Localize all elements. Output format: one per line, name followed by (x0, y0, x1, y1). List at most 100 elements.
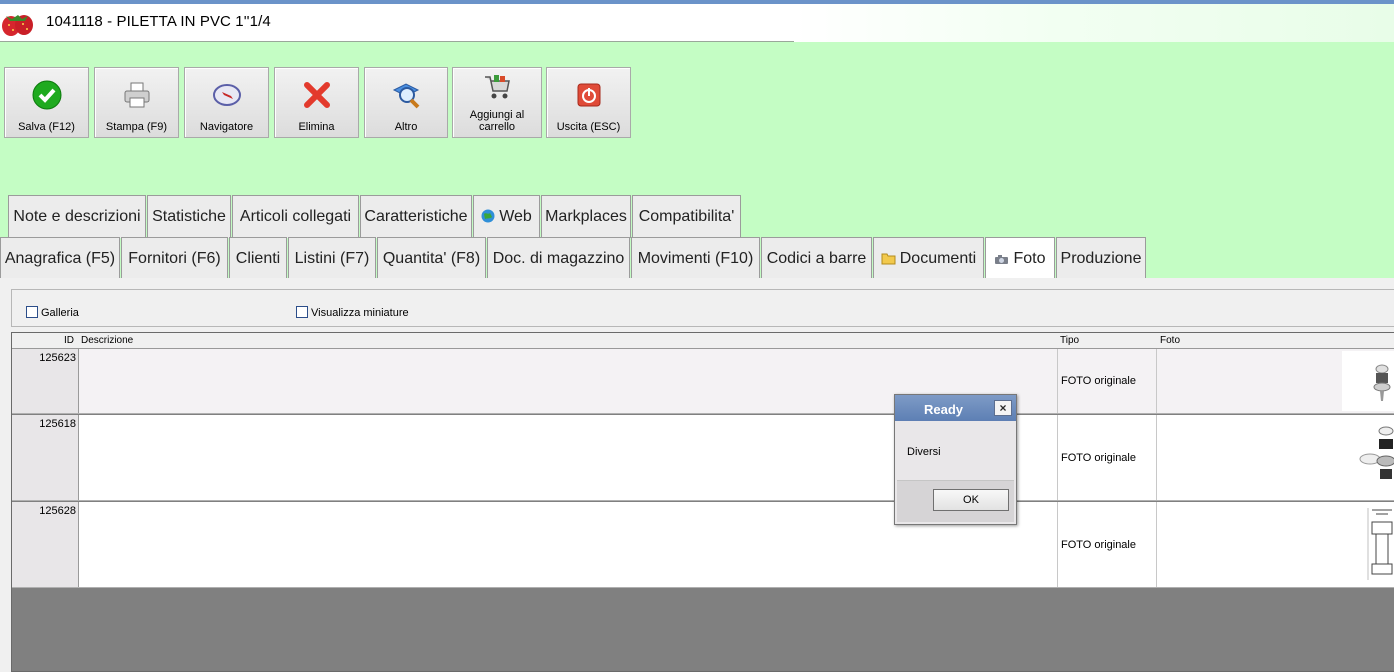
search-magnifier-icon (392, 83, 420, 109)
delete-button-label: Elimina (298, 121, 335, 133)
power-icon (577, 83, 600, 107)
table-row[interactable]: 125628 FOTO originale (12, 502, 1394, 588)
exit-button[interactable]: Uscita (ESC) (546, 67, 631, 138)
strawberry-logo-icon (2, 15, 33, 36)
miniature-label: Visualizza miniature (311, 307, 409, 319)
row-id: 125628 (12, 502, 79, 587)
photo-thumbnail-icon (1367, 508, 1393, 580)
tab-label: Statistiche (152, 208, 226, 225)
tab-markplaces[interactable]: Markplaces (541, 195, 631, 238)
row-id: 125623 (12, 349, 79, 413)
tab-note-descrizioni[interactable]: Note e descrizioni (8, 195, 146, 238)
header-id[interactable]: ID (64, 335, 74, 346)
grid-header: ID Descrizione Tipo Foto (12, 333, 1394, 349)
check-icon (32, 80, 61, 110)
dialog-message: Diversi (907, 446, 941, 458)
tab-foto[interactable]: Foto (985, 237, 1055, 278)
cart-icon (485, 75, 510, 99)
tab-label: Quantita' (F8) (382, 250, 481, 267)
ready-dialog: Ready × Diversi OK (894, 394, 1017, 525)
other-button[interactable]: Altro (364, 67, 448, 138)
print-button-label: Stampa (F9) (105, 121, 168, 133)
navigator-button-label: Navigatore (199, 121, 254, 133)
save-button[interactable]: Salva (F12) (4, 67, 89, 138)
checkbox-box[interactable] (296, 306, 308, 318)
tab-statistiche[interactable]: Statistiche (147, 195, 231, 238)
title-gradient (794, 4, 1394, 42)
tab-doc-magazzino[interactable]: Doc. di magazzino (487, 237, 630, 278)
dialog-footer: OK (897, 480, 1014, 522)
tab-compatibilita[interactable]: Compatibilita' (632, 195, 741, 238)
dialog-title: Ready (924, 402, 964, 417)
globe-icon (481, 209, 495, 223)
title-bar: 1041118 - PILETTA IN PVC 1''1/4 (0, 4, 1394, 42)
options-bar: Galleria Visualizza miniature (11, 289, 1394, 327)
tab-produzione[interactable]: Produzione (1056, 237, 1146, 278)
save-button-label: Salva (F12) (18, 121, 75, 133)
camera-icon (995, 255, 1009, 264)
tab-label: Compatibilita' (638, 208, 735, 225)
tab-label: Movimenti (F10) (637, 250, 754, 267)
row-id: 125618 (12, 415, 79, 500)
ok-button[interactable]: OK (933, 489, 1009, 511)
row-tipo-text: FOTO originale (1061, 451, 1136, 464)
exit-button-label: Uscita (ESC) (556, 121, 621, 133)
tab-quantita[interactable]: Quantita' (F8) (377, 237, 486, 278)
tab-label: Caratteristiche (364, 208, 468, 225)
row-tipo-text: FOTO originale (1061, 375, 1136, 387)
tab-anagrafica[interactable]: Anagrafica (F5) (0, 237, 120, 278)
tab-label: Markplaces (545, 208, 627, 225)
tab-clienti[interactable]: Clienti (229, 237, 287, 278)
tab-label: Clienti (235, 250, 281, 267)
tab-articoli-collegati[interactable]: Articoli collegati (232, 195, 359, 238)
folder-icon (881, 253, 896, 265)
delete-button[interactable]: Elimina (274, 67, 359, 138)
navigator-button[interactable]: Navigatore (184, 67, 269, 138)
tab-label: Note e descrizioni (13, 208, 141, 225)
table-row[interactable]: 125623 FOTO originale (12, 349, 1394, 414)
foto-panel: Galleria Visualizza miniature ID Descriz… (0, 278, 1394, 672)
header-descrizione[interactable]: Descrizione (81, 335, 133, 346)
tab-label: Anagrafica (F5) (4, 250, 116, 267)
print-button[interactable]: Stampa (F9) (94, 67, 179, 138)
tab-fornitori[interactable]: Fornitori (F6) (121, 237, 228, 278)
foto-grid: ID Descrizione Tipo Foto 125623 FOTO ori… (11, 332, 1394, 672)
tab-label: Articoli collegati (239, 208, 352, 225)
other-button-label: Altro (394, 121, 418, 133)
add-to-cart-button-label: Aggiungi al carrello (469, 109, 525, 133)
tab-listini[interactable]: Listini (F7) (288, 237, 376, 278)
photo-thumbnail-icon (1359, 426, 1394, 479)
tab-documenti[interactable]: Documenti (873, 237, 984, 278)
tab-label: Fornitori (F6) (128, 250, 221, 267)
tab-label: Codici a barre (766, 250, 867, 267)
window-title: 1041118 - PILETTA IN PVC 1''1/4 (46, 13, 271, 30)
tab-label: Produzione (1060, 250, 1142, 267)
tab-label: Foto (1013, 250, 1046, 267)
printer-icon (124, 82, 149, 108)
header-tipo[interactable]: Tipo (1060, 335, 1079, 346)
tab-label: Doc. di magazzino (492, 250, 625, 267)
row-tipo-text: FOTO originale (1061, 538, 1136, 551)
tab-codici-barre[interactable]: Codici a barre (761, 237, 872, 278)
header-foto[interactable]: Foto (1160, 335, 1180, 346)
miniature-checkbox[interactable]: Visualizza miniature (296, 306, 409, 319)
tab-web[interactable]: Web (473, 195, 540, 238)
tab-label: Listini (F7) (294, 250, 370, 267)
tab-label: Documenti (899, 250, 977, 267)
row-tipo: FOTO originale (1057, 415, 1157, 500)
dialog-title-bar[interactable]: Ready × (895, 395, 1016, 421)
row-tipo: FOTO originale (1057, 349, 1157, 413)
add-to-cart-button[interactable]: Aggiungi al carrello (452, 67, 542, 138)
table-row[interactable]: 125618 FOTO originale (12, 415, 1394, 501)
tab-movimenti[interactable]: Movimenti (F10) (631, 237, 760, 278)
compass-icon (212, 84, 241, 106)
tab-caratteristiche[interactable]: Caratteristiche (360, 195, 472, 238)
galleria-checkbox[interactable]: Galleria (26, 306, 79, 319)
checkbox-box[interactable] (26, 306, 38, 318)
photo-thumbnail-icon (1342, 351, 1394, 411)
close-icon[interactable]: × (994, 400, 1012, 416)
delete-x-icon (303, 82, 330, 108)
galleria-label: Galleria (41, 307, 79, 319)
row-tipo: FOTO originale (1057, 502, 1157, 587)
tab-label: Web (499, 208, 532, 225)
